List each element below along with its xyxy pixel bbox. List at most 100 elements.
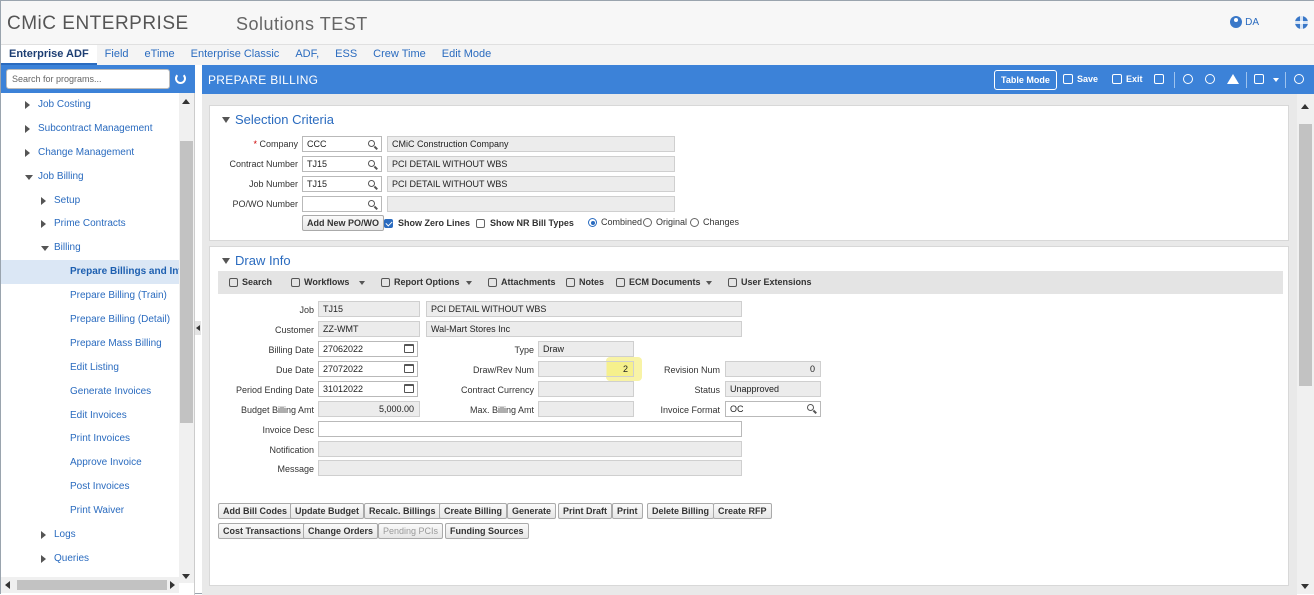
save-button[interactable]: Save [1063,74,1098,84]
print-icon[interactable] [1154,74,1164,84]
refresh-page-icon[interactable] [1294,74,1304,84]
recalc-billings-button[interactable]: Recalc. Billings [364,503,441,519]
delete-billing-button[interactable]: Delete Billing [647,503,715,519]
expanded-caret-icon[interactable] [41,246,49,252]
scroll-down-arrow-icon[interactable] [1301,584,1309,589]
calendar-icon[interactable] [404,384,414,393]
show-zero-lines-checkbox[interactable] [384,219,393,228]
sidebar-item-post-invoices[interactable]: Post Invoices [1,475,179,499]
search-icon[interactable] [368,140,375,147]
calendar-icon[interactable] [404,344,414,353]
sidebar-item-print-invoices[interactable]: Print Invoices [1,427,179,451]
draw-info-header[interactable]: Draw Info [222,253,291,268]
nav-tab-edit-mode[interactable]: Edit Mode [434,45,500,65]
nav-tab-enterprise-classic[interactable]: Enterprise Classic [183,45,288,65]
billing-date-field[interactable]: 27062022 [318,341,418,357]
combined-radio[interactable] [588,218,597,227]
exit-button[interactable]: Exit [1112,74,1143,84]
workflows-tool-button[interactable]: Workflows [291,277,349,287]
update-budget-button[interactable]: Update Budget [290,503,364,519]
search-icon[interactable] [807,404,814,411]
add-new-po-wo-button[interactable]: Add New PO/WO [302,215,384,231]
scrollbar-thumb[interactable] [180,141,193,423]
collapse-sidebar-handle[interactable] [195,321,201,335]
scrollbar-thumb[interactable] [1299,124,1312,386]
sidebar-item-edit-listing[interactable]: Edit Listing [1,356,179,380]
original-radio[interactable] [643,218,652,227]
info-icon[interactable] [1183,74,1193,84]
due-date-field[interactable]: 27072022 [318,361,418,377]
search-icon[interactable] [368,180,375,187]
ecm-documents-tool-button[interactable]: ECM Documents [616,277,701,287]
invoice-desc-field[interactable] [318,421,742,437]
sidebar-item-prepare-mass-billing[interactable]: Prepare Mass Billing [1,332,179,356]
workflows-dropdown-icon[interactable] [359,281,365,285]
scroll-right-arrow-icon[interactable] [170,581,175,589]
edit-icon[interactable] [1254,74,1264,84]
show-nr-bill-types-checkbox[interactable] [476,219,485,228]
change-orders-button[interactable]: Change Orders [303,523,379,539]
sidebar-item-prepare-billings-and-invo[interactable]: Prepare Billings and Invo [1,260,179,285]
expanded-caret-icon[interactable] [25,174,33,180]
funding-sources-button[interactable]: Funding Sources [445,523,529,539]
search-icon[interactable] [368,200,375,207]
sidebar-item-logs[interactable]: Logs [1,523,179,547]
add-bill-codes-button[interactable]: Add Bill Codes [218,503,293,519]
scroll-down-arrow-icon[interactable] [182,574,190,579]
sidebar-item-setup[interactable]: Setup [1,189,179,213]
nav-tab-adf[interactable]: ADF, [287,45,327,65]
search-tool-button[interactable]: Search [229,277,272,287]
notes-tool-button[interactable]: Notes [566,277,604,287]
selection-criteria-header[interactable]: Selection Criteria [222,112,334,127]
ecm-documents-dropdown-icon[interactable] [706,281,712,285]
user-extensions-tool-button[interactable]: User Extensions [728,277,812,287]
sidebar-item-print-waiver[interactable]: Print Waiver [1,499,179,523]
report-options-tool-button[interactable]: Report Options [381,277,460,287]
edit-dropdown-icon[interactable] [1273,78,1279,82]
program-search-input[interactable] [6,69,170,89]
nav-tab-ess[interactable]: ESS [327,45,365,65]
globe-icon[interactable] [1295,16,1308,29]
generate-button[interactable]: Generate [507,503,557,519]
collapsed-caret-icon[interactable] [25,101,30,109]
sidebar-item-queries[interactable]: Queries [1,547,179,571]
sidebar-item-edit-invoices[interactable]: Edit Invoices [1,404,179,428]
sidebar-item-billing[interactable]: Billing [1,236,179,260]
report-options-dropdown-icon[interactable] [466,281,472,285]
sidebar-item-approve-invoice[interactable]: Approve Invoice [1,451,179,475]
table-mode-button[interactable]: Table Mode [994,70,1057,90]
scroll-up-arrow-icon[interactable] [1301,104,1309,109]
create-billing-button[interactable]: Create Billing [439,503,508,519]
calendar-icon[interactable] [404,364,414,373]
sidebar-item-prime-contracts[interactable]: Prime Contracts [1,212,179,236]
create-rfp-button[interactable]: Create RFP [713,503,772,519]
attachments-tool-button[interactable]: Attachments [488,277,556,287]
sidebar-item-prepare-billing-train[interactable]: Prepare Billing (Train) [1,284,179,308]
nav-tab-crew-time[interactable]: Crew Time [365,45,434,65]
refresh-icon[interactable] [175,73,186,84]
collapsed-caret-icon[interactable] [41,220,46,229]
help-icon[interactable] [1205,74,1215,84]
collapsed-caret-icon[interactable] [41,196,46,205]
period-ending-date-field[interactable]: 31012022 [318,381,418,397]
search-icon[interactable] [368,160,375,167]
collapsed-caret-icon[interactable] [41,531,46,540]
scroll-up-arrow-icon[interactable] [182,99,190,104]
sidebar-item-generate-invoices[interactable]: Generate Invoices [1,380,179,404]
collapsed-caret-icon[interactable] [25,148,30,157]
collapsed-caret-icon[interactable] [41,554,46,563]
nav-tab-etime[interactable]: eTime [137,45,183,65]
sidebar-horizontal-scrollbar[interactable] [1,577,179,593]
nav-tab-enterprise-adf[interactable]: Enterprise ADF [1,45,97,65]
changes-radio[interactable] [690,218,699,227]
sidebar-item-change-management[interactable]: Change Management [1,141,179,165]
sidebar-item-job-billing[interactable]: Job Billing [1,165,179,189]
scroll-left-arrow-icon[interactable] [5,581,10,589]
sidebar-vertical-scrollbar[interactable] [179,93,194,583]
scrollbar-thumb[interactable] [17,580,167,590]
sidebar-item-job-costing[interactable]: Job Costing [1,93,179,117]
sidebar-item-prepare-billing-detail[interactable]: Prepare Billing (Detail) [1,308,179,332]
sidebar-item-subcontract-management[interactable]: Subcontract Management [1,117,179,141]
print-button[interactable]: Print [612,503,643,519]
print-draft-button[interactable]: Print Draft [558,503,613,519]
